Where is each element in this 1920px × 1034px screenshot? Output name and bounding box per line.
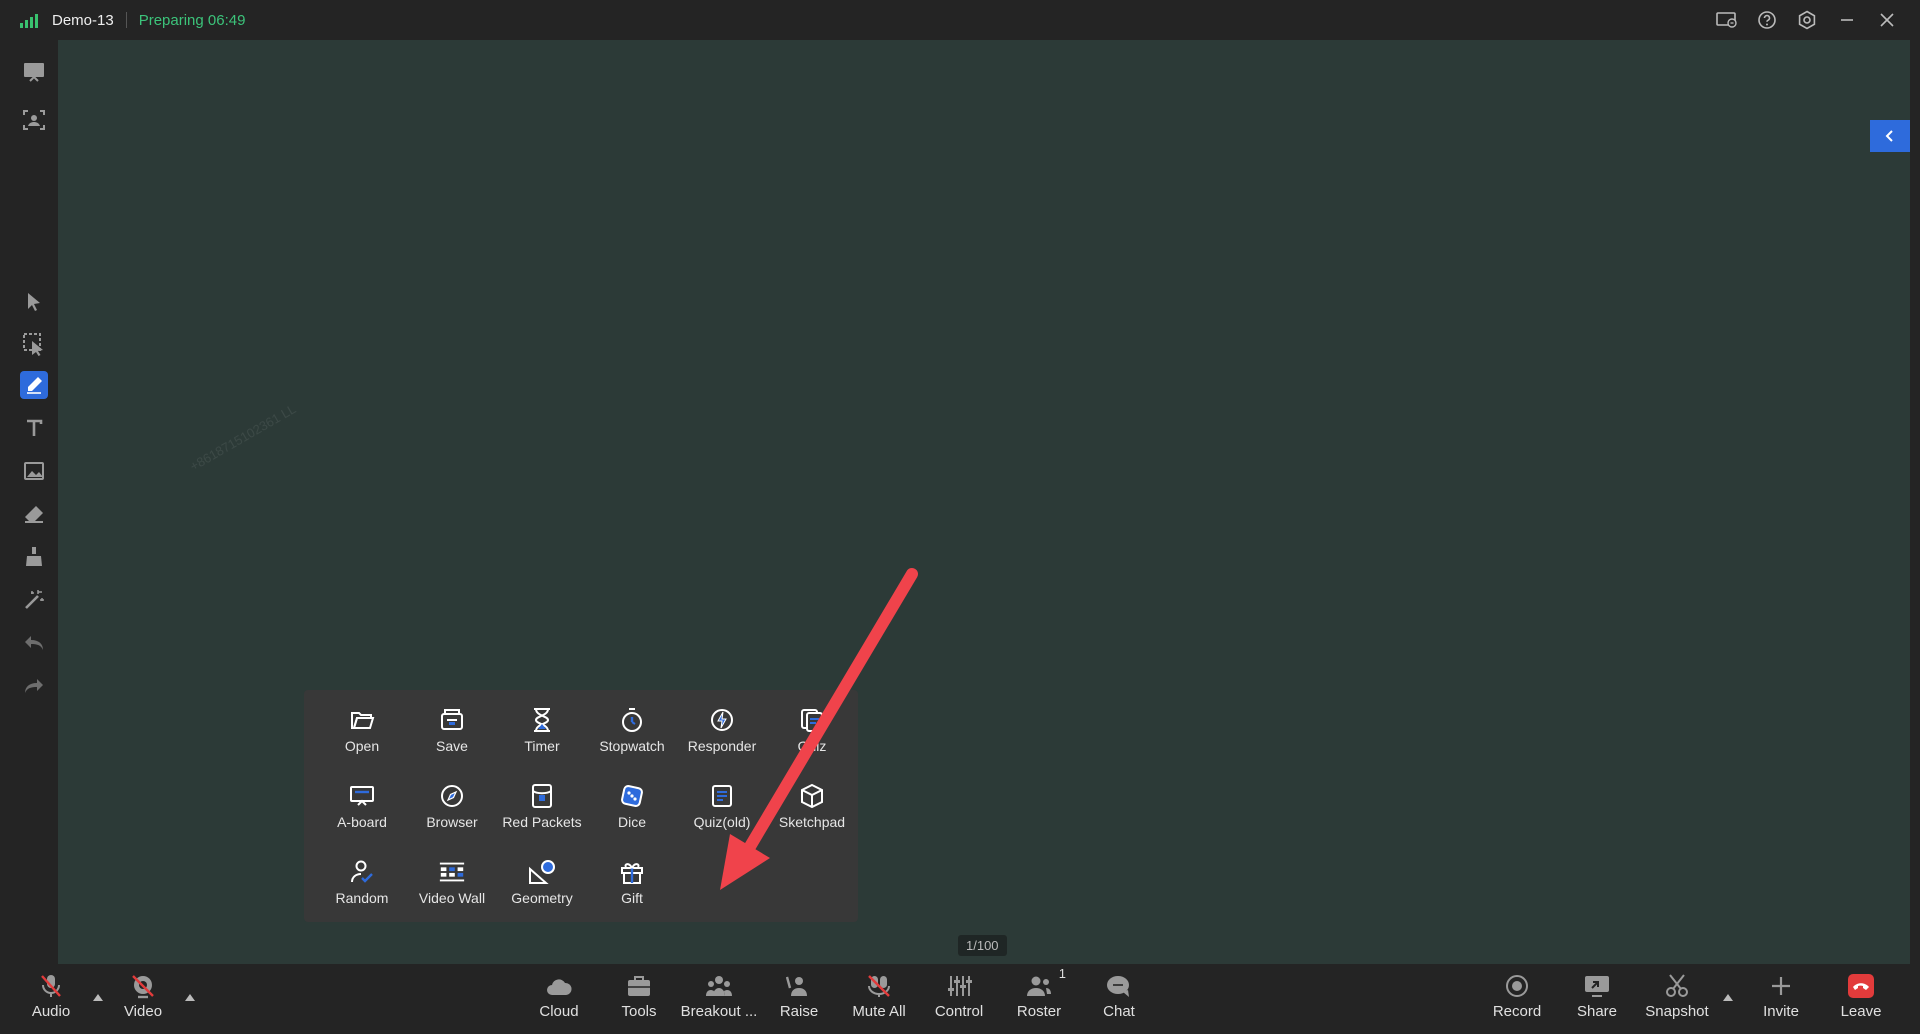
tool-dice[interactable]: Dice: [587, 778, 677, 838]
tools-button[interactable]: Tools: [604, 972, 674, 1030]
tool-quiz-old[interactable]: Quiz(old): [677, 778, 767, 838]
geometry-icon: [528, 858, 556, 886]
tool-geometry[interactable]: Geometry: [497, 854, 587, 914]
audio-button[interactable]: Audio: [16, 972, 86, 1030]
cloud-icon: [544, 972, 574, 1000]
record-icon: [1502, 972, 1532, 1000]
help-icon[interactable]: [1756, 9, 1778, 31]
tool-sketchpad[interactable]: Sketchpad: [767, 778, 857, 838]
control-sliders-icon: [944, 972, 974, 1000]
collapse-panel-chevron-left-icon[interactable]: [1870, 120, 1910, 152]
face-recognition-icon[interactable]: [20, 106, 48, 134]
plus-icon: [1766, 972, 1796, 1000]
breakout-button[interactable]: Breakout ...: [681, 972, 757, 1030]
responder-icon: [708, 706, 736, 734]
undo-icon[interactable]: [20, 629, 48, 657]
invite-button[interactable]: Invite: [1746, 972, 1816, 1030]
text-tool-icon[interactable]: [20, 414, 48, 442]
tool-random[interactable]: Random: [317, 854, 407, 914]
roster-people-icon: 1: [1024, 966, 1066, 1000]
quiz-icon: [798, 706, 826, 734]
gift-icon: [618, 858, 646, 886]
pen-icon[interactable]: [20, 371, 48, 399]
tool-stopwatch[interactable]: Stopwatch: [587, 702, 677, 762]
share-button[interactable]: Share: [1562, 972, 1632, 1030]
chat-button[interactable]: Chat: [1084, 972, 1154, 1030]
title-bar: Demo-13 Preparing 06:49: [10, 0, 1910, 40]
microphone-muted-icon: [36, 972, 66, 1000]
select-pointer-icon[interactable]: [20, 288, 48, 316]
meeting-controls-bar: Audio Video Cloud Tools Breakout ... Rai…: [10, 964, 1910, 1034]
screen-cast-icon[interactable]: [1716, 9, 1738, 31]
tool-save[interactable]: Save: [407, 702, 497, 762]
video-button[interactable]: Video: [108, 972, 178, 1030]
settings-gear-icon[interactable]: [1796, 9, 1818, 31]
mute-all-microphone-icon: [864, 972, 894, 1000]
camera-off-icon: [128, 972, 158, 1000]
tool-gift[interactable]: Gift: [587, 854, 677, 914]
eraser-icon[interactable]: [20, 500, 48, 528]
dice-icon: [618, 782, 646, 810]
minimize-icon[interactable]: [1836, 9, 1858, 31]
save-icon: [438, 706, 466, 734]
class-status: Preparing 06:49: [138, 11, 246, 29]
page-counter: 1/100: [958, 935, 1007, 956]
random-user-icon: [348, 858, 376, 886]
tools-panel: Open Save Timer Stopwatch Responder Quiz: [304, 690, 858, 922]
chat-bubble-icon: [1104, 972, 1134, 1000]
cube-icon: [798, 782, 826, 810]
raise-hand-icon: [784, 972, 814, 1000]
compass-icon: [438, 782, 466, 810]
red-packet-icon: [528, 782, 556, 810]
stopwatch-icon: [618, 706, 646, 734]
raise-button[interactable]: Raise: [764, 972, 834, 1030]
hourglass-icon: [528, 706, 556, 734]
tool-responder[interactable]: Responder: [677, 702, 767, 762]
roster-button[interactable]: 1 Roster: [1004, 966, 1074, 1030]
title-left: Demo-13 Preparing 06:49: [20, 12, 245, 29]
clear-broom-icon[interactable]: [20, 543, 48, 571]
magic-wand-icon[interactable]: [20, 586, 48, 614]
signal-strength-icon: [20, 12, 38, 28]
area-select-icon[interactable]: [20, 330, 48, 358]
share-screen-icon: [1582, 972, 1612, 1000]
close-icon[interactable]: [1876, 9, 1898, 31]
video-options-caret-icon[interactable]: [185, 994, 195, 1001]
mute-all-button[interactable]: Mute All: [844, 972, 914, 1030]
tool-open[interactable]: Open: [317, 702, 407, 762]
tool-red-packets[interactable]: Red Packets: [497, 778, 587, 838]
watermark: +8618715102361 LL: [187, 401, 299, 474]
record-button[interactable]: Record: [1482, 972, 1552, 1030]
whiteboard-toolbar: [10, 40, 57, 964]
a-board-icon: [348, 782, 376, 810]
tool-video-wall[interactable]: Video Wall: [407, 854, 497, 914]
hang-up-icon: [1846, 972, 1876, 1000]
scissors-icon: [1662, 972, 1692, 1000]
divider: [125, 12, 127, 28]
snapshot-options-caret-icon[interactable]: [1723, 994, 1733, 1001]
control-button[interactable]: Control: [924, 972, 994, 1030]
image-tool-icon[interactable]: [20, 457, 48, 485]
snapshot-button[interactable]: Snapshot: [1642, 972, 1712, 1030]
video-wall-icon: [438, 858, 466, 886]
breakout-group-icon: [704, 972, 734, 1000]
roster-count-badge: 1: [1058, 966, 1066, 981]
leave-button[interactable]: Leave: [1826, 972, 1896, 1030]
cloud-button[interactable]: Cloud: [524, 972, 594, 1030]
redo-icon[interactable]: [20, 672, 48, 700]
quiz-old-icon: [708, 782, 736, 810]
window-controls: [1716, 9, 1898, 31]
tool-timer[interactable]: Timer: [497, 702, 587, 762]
tool-quiz[interactable]: Quiz: [767, 702, 857, 762]
room-name: Demo-13: [52, 11, 114, 29]
toolbox-icon: [624, 972, 654, 1000]
folder-open-icon: [348, 706, 376, 734]
courseware-icon[interactable]: [20, 58, 48, 86]
audio-options-caret-icon[interactable]: [93, 994, 103, 1001]
tool-a-board[interactable]: A-board: [317, 778, 407, 838]
tool-browser[interactable]: Browser: [407, 778, 497, 838]
